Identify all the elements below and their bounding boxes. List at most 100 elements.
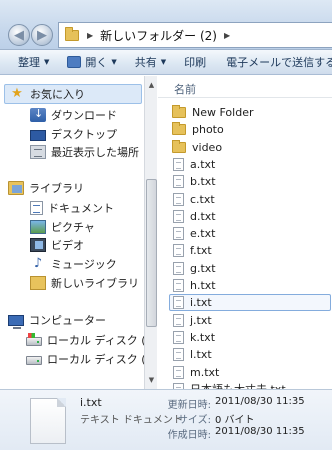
nav-label: ミュージック	[51, 258, 117, 271]
file-row[interactable]: 日本語も大丈夫.txt	[170, 381, 330, 389]
share-label: 共有	[134, 56, 157, 69]
details-created-label: 作成日時:	[167, 430, 211, 441]
folder-icon	[172, 139, 186, 153]
folder-icon	[172, 122, 186, 136]
scroll-down-icon[interactable]: ▼	[146, 373, 157, 387]
email-button[interactable]: 電子メールで送信する	[216, 54, 332, 70]
text-document-icon	[30, 398, 66, 444]
text-file-icon	[173, 296, 184, 310]
organize-label: 整理	[18, 56, 40, 69]
nav-documents[interactable]: ドキュメント	[30, 200, 114, 216]
nav-label: ドキュメント	[48, 202, 114, 215]
file-row[interactable]: g.txt	[170, 260, 330, 277]
file-row[interactable]: k.txt	[170, 329, 330, 346]
file-row[interactable]: j.txt	[170, 312, 330, 329]
file-row[interactable]: f.txt	[170, 242, 330, 259]
command-bar: 整理 ▼ 開く ▼ 共有 ▼ 印刷 電子メールで送信する	[0, 50, 332, 75]
file-row[interactable]: i.txt	[169, 294, 331, 312]
star-icon: ★	[11, 86, 23, 101]
file-row[interactable]: b.txt	[170, 173, 330, 190]
scroll-up-icon[interactable]: ▲	[146, 78, 157, 92]
file-name: photo	[192, 123, 224, 137]
file-name: f.txt	[190, 244, 212, 258]
text-file-icon	[173, 365, 184, 379]
details-file-name: i.txt	[80, 396, 102, 409]
file-row[interactable]: d.txt	[170, 208, 330, 225]
title-bar: ◀ ▶ ▶ 新しいフォルダー (2) ▶	[0, 0, 332, 50]
breadcrumb-expand-icon[interactable]: ▶	[224, 31, 230, 40]
folder-row[interactable]: video	[170, 139, 330, 156]
nav-new-library[interactable]: 新しいライブラリ	[30, 275, 139, 291]
file-name: i.txt	[190, 296, 212, 310]
nav-videos[interactable]: ビデオ	[30, 237, 84, 253]
back-button[interactable]: ◀	[8, 24, 30, 46]
text-file-icon	[173, 348, 184, 362]
download-icon	[30, 107, 46, 122]
file-name: l.txt	[190, 348, 212, 362]
file-row[interactable]: l.txt	[170, 346, 330, 363]
nav-label: ライブラリ	[29, 182, 84, 195]
file-row[interactable]: m.txt	[170, 364, 330, 381]
text-file-icon	[173, 244, 184, 258]
file-row[interactable]: c.txt	[170, 191, 330, 208]
file-name: h.txt	[190, 279, 216, 292]
text-file-icon	[173, 330, 184, 344]
text-file-icon	[173, 192, 184, 206]
nav-recent-places[interactable]: 最近表示した場所	[30, 144, 139, 160]
videos-icon	[30, 238, 46, 252]
nav-label: ビデオ	[51, 239, 84, 252]
folder-row[interactable]: New Folder	[170, 104, 330, 121]
drive-icon	[26, 356, 42, 365]
details-size-value: 0 バイト	[215, 415, 255, 426]
nav-computer[interactable]: コンピューター	[8, 312, 106, 329]
nav-music[interactable]: ♪ ミュージック	[30, 256, 117, 272]
computer-icon	[8, 315, 24, 329]
nav-drive-d[interactable]: ローカル ディスク (D:)	[26, 351, 144, 367]
share-button[interactable]: 共有 ▼	[127, 54, 176, 70]
nav-label: ピクチャ	[51, 221, 95, 234]
desktop-icon	[30, 129, 46, 141]
open-icon	[67, 56, 82, 68]
text-file-icon	[173, 279, 184, 292]
nav-desktop[interactable]: デスクトップ	[30, 126, 117, 142]
folder-icon	[172, 105, 186, 118]
column-header-name[interactable]: 名前	[158, 76, 332, 98]
dropdown-arrow-icon: ▼	[111, 58, 117, 66]
nav-label: お気に入り	[30, 88, 85, 101]
nav-label: 新しいライブラリ	[51, 277, 139, 290]
file-name: k.txt	[190, 330, 216, 344]
print-button[interactable]: 印刷	[176, 54, 216, 70]
email-label: 電子メールで送信する	[226, 56, 332, 69]
forward-button[interactable]: ▶	[31, 24, 53, 46]
nav-pictures[interactable]: ピクチャ	[30, 219, 95, 235]
details-file-type: テキスト ドキュメント	[80, 415, 183, 426]
text-file-icon	[173, 261, 184, 275]
nav-downloads[interactable]: ダウンロード	[30, 107, 117, 123]
scrollbar-thumb[interactable]	[146, 179, 157, 327]
details-pane: i.txt テキスト ドキュメント 更新日時: 2011/08/30 11:35…	[0, 389, 332, 450]
organize-button[interactable]: 整理 ▼	[0, 54, 59, 70]
breadcrumb-current-folder[interactable]: 新しいフォルダー (2)	[100, 27, 217, 44]
file-row[interactable]: h.txt	[170, 277, 330, 294]
address-bar[interactable]: ▶ 新しいフォルダー (2) ▶	[58, 22, 332, 48]
nav-drive-c[interactable]: ローカル ディスク (C:)	[26, 332, 144, 348]
file-row[interactable]: a.txt	[170, 156, 330, 173]
text-file-icon	[173, 209, 184, 223]
text-file-icon	[173, 227, 184, 241]
music-icon: ♪	[33, 256, 43, 271]
windows-drive-icon	[26, 333, 42, 346]
file-name: 日本語も大丈夫.txt	[190, 381, 286, 389]
folder-row[interactable]: photo	[170, 121, 330, 138]
breadcrumb-separator-icon[interactable]: ▶	[87, 31, 93, 40]
open-button[interactable]: 開く ▼	[59, 54, 126, 70]
file-name: d.txt	[190, 209, 216, 223]
file-row[interactable]: e.txt	[170, 225, 330, 242]
details-modified-label: 更新日時:	[167, 400, 211, 411]
navigation-scrollbar[interactable]: ▲ ▼	[144, 76, 157, 389]
details-created-value: 2011/08/30 11:35	[215, 426, 305, 437]
nav-libraries[interactable]: ライブラリ	[8, 180, 84, 196]
file-name: a.txt	[190, 157, 216, 171]
nav-label: ローカル ディスク (C:)	[47, 334, 144, 347]
file-name: New Folder	[192, 106, 254, 119]
nav-favorites[interactable]: ★ お気に入り	[4, 84, 142, 104]
